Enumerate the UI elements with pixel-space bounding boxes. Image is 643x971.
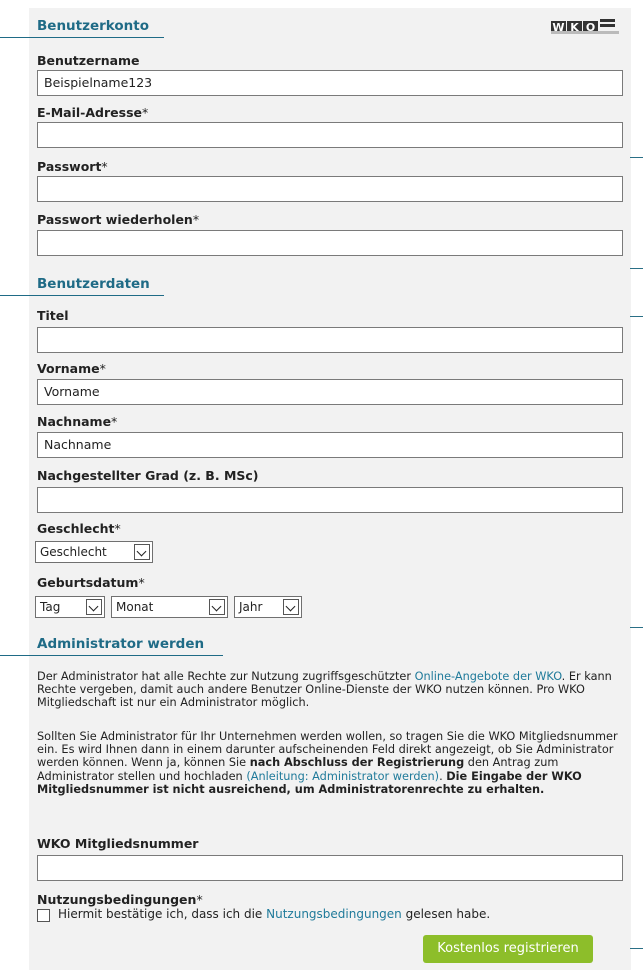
- label-birthdate: Geburtsdatum*: [37, 575, 145, 590]
- section-title-account: Benutzerkonto: [37, 18, 150, 34]
- birth-month-select[interactable]: Monat: [111, 596, 228, 618]
- birth-year-value: Jahr: [239, 600, 263, 614]
- grade-input[interactable]: [37, 487, 623, 513]
- birth-day-value: Tag: [40, 600, 61, 614]
- label-grade: Nachgestellter Grad (z. B. MSc): [37, 468, 259, 483]
- password-input[interactable]: [37, 176, 623, 202]
- label-terms: Nutzungsbedingungen*: [37, 892, 203, 907]
- gender-select-value: Geschlecht: [40, 545, 107, 559]
- side-divider: [630, 157, 643, 158]
- online-angebote-link[interactable]: Online-Angebote der WKO: [415, 670, 562, 683]
- label-title: Titel: [37, 308, 69, 323]
- section-title-admin: Administrator werden: [37, 636, 205, 652]
- logo-bars-icon: [600, 19, 615, 27]
- register-button[interactable]: Kostenlos registrieren: [423, 935, 593, 963]
- chevron-down-icon: [134, 544, 150, 560]
- wko-logo: WKO: [551, 16, 619, 38]
- firstname-input[interactable]: Vorname: [37, 379, 623, 405]
- side-divider: [630, 948, 643, 949]
- label-gender: Geschlecht*: [37, 521, 121, 536]
- terms-text: Hiermit bestätige ich, dass ich die Nutz…: [58, 907, 491, 921]
- label-password: Passwort*: [37, 159, 108, 174]
- logo-tagline: [551, 31, 619, 34]
- terms-checkbox[interactable]: [37, 909, 50, 922]
- anleitung-admin-link[interactable]: (Anleitung: Administrator werden): [246, 770, 439, 783]
- label-member-number: WKO Mitgliedsnummer: [37, 836, 199, 851]
- label-email: E-Mail-Adresse*: [37, 105, 149, 120]
- chevron-down-icon: [209, 599, 225, 615]
- password-repeat-input[interactable]: [37, 230, 623, 256]
- side-divider: [630, 268, 643, 269]
- label-lastname: Nachname*: [37, 414, 118, 429]
- section-underline-userdata: [0, 295, 164, 296]
- gender-select[interactable]: Geschlecht: [35, 541, 153, 563]
- side-divider: [630, 316, 643, 317]
- admin-paragraph-1: Der Administrator hat alle Rechte zur Nu…: [37, 670, 612, 710]
- birth-year-select[interactable]: Jahr: [234, 596, 302, 618]
- birth-day-select[interactable]: Tag: [35, 596, 105, 618]
- username-input[interactable]: Beispielname123: [37, 70, 623, 96]
- section-title-userdata: Benutzerdaten: [37, 276, 150, 292]
- lastname-input[interactable]: Nachname: [37, 432, 623, 458]
- section-underline-admin: [0, 655, 223, 656]
- member-number-input[interactable]: [37, 855, 623, 881]
- label-password-repeat: Passwort wiederholen*: [37, 212, 200, 227]
- email-input[interactable]: [37, 122, 623, 148]
- label-firstname: Vorname*: [37, 361, 106, 376]
- section-underline-account: [0, 37, 164, 38]
- side-divider: [630, 627, 643, 628]
- chevron-down-icon: [283, 599, 299, 615]
- admin-paragraph-2: Sollten Sie Administrator für Ihr Untern…: [37, 730, 618, 796]
- terms-link[interactable]: Nutzungsbedingungen: [266, 907, 402, 921]
- label-username: Benutzername: [37, 53, 140, 68]
- title-input[interactable]: [37, 327, 623, 353]
- chevron-down-icon: [86, 599, 102, 615]
- birth-month-value: Monat: [116, 600, 154, 614]
